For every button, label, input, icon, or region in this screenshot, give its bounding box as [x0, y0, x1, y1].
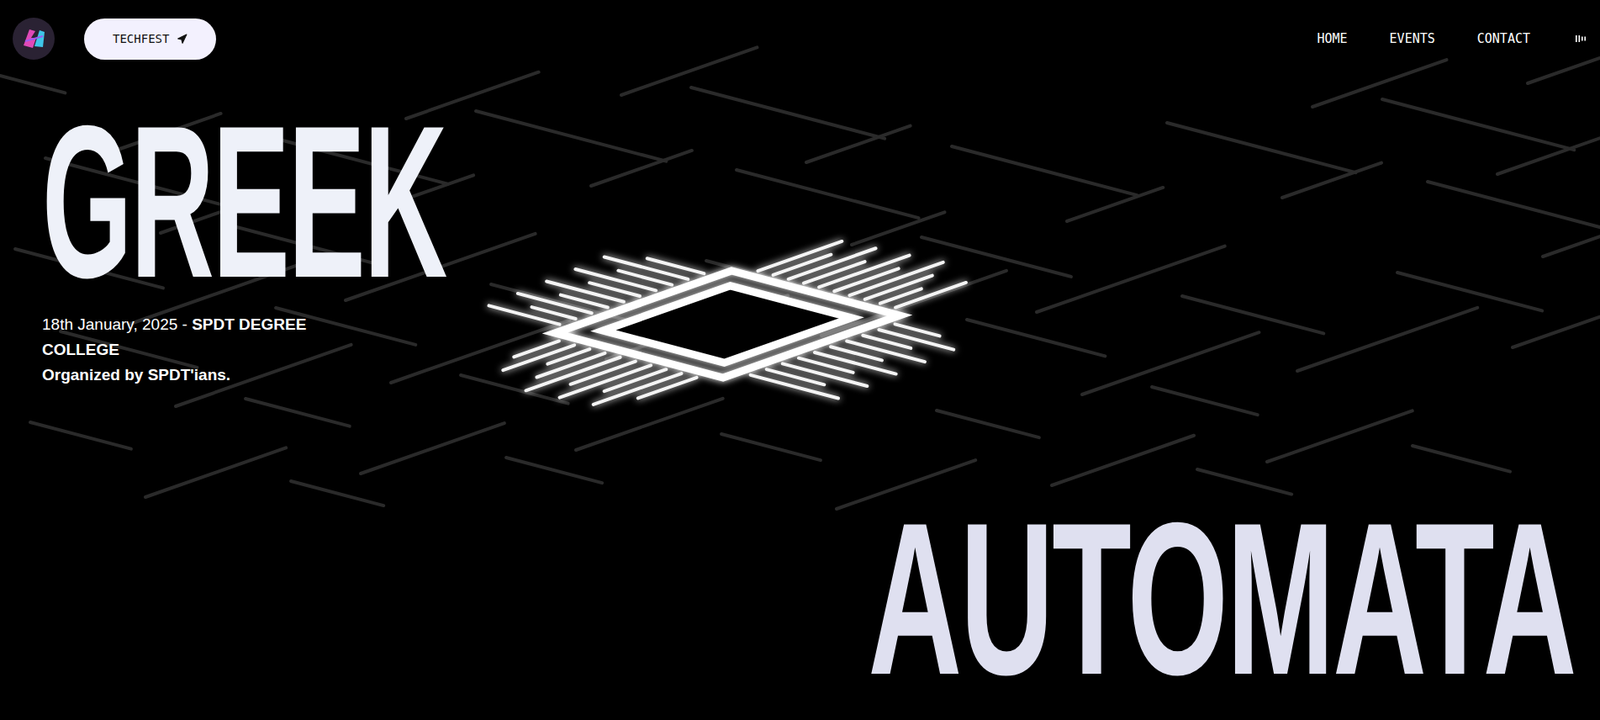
event-date-venue: 18th January, 2025 - SPDT DEGREE COLLEGE: [42, 311, 354, 363]
menu-bars-icon[interactable]: [1575, 34, 1586, 43]
event-organizer: Organized by SPDT'ians.: [42, 362, 354, 388]
hero-title-top: GREEK: [42, 93, 446, 311]
send-arrow-icon: [176, 33, 188, 45]
nav-link[interactable]: HOME: [1316, 31, 1347, 47]
nav-link[interactable]: EVENTS: [1389, 31, 1436, 47]
hero-title-bottom: AUTOMATA: [867, 490, 1575, 708]
main-nav: HOME EVENTS CONTACT: [1316, 31, 1586, 47]
logo-icon[interactable]: [12, 17, 55, 60]
event-info: 18th January, 2025 - SPDT DEGREE COLLEGE…: [42, 311, 354, 388]
nav-link[interactable]: CONTACT: [1477, 31, 1531, 47]
landing-page: TECHFEST HOME EVENTS CONTACT GREEK18th Janua…: [0, 0, 1600, 720]
hero: GREEK18th January, 2025 - SPDT DEGREE CO…: [0, 59, 1600, 720]
techfest-button[interactable]: TECHFEST: [84, 18, 217, 60]
site-header: TECHFEST HOME EVENTS CONTACT: [0, 17, 1600, 60]
